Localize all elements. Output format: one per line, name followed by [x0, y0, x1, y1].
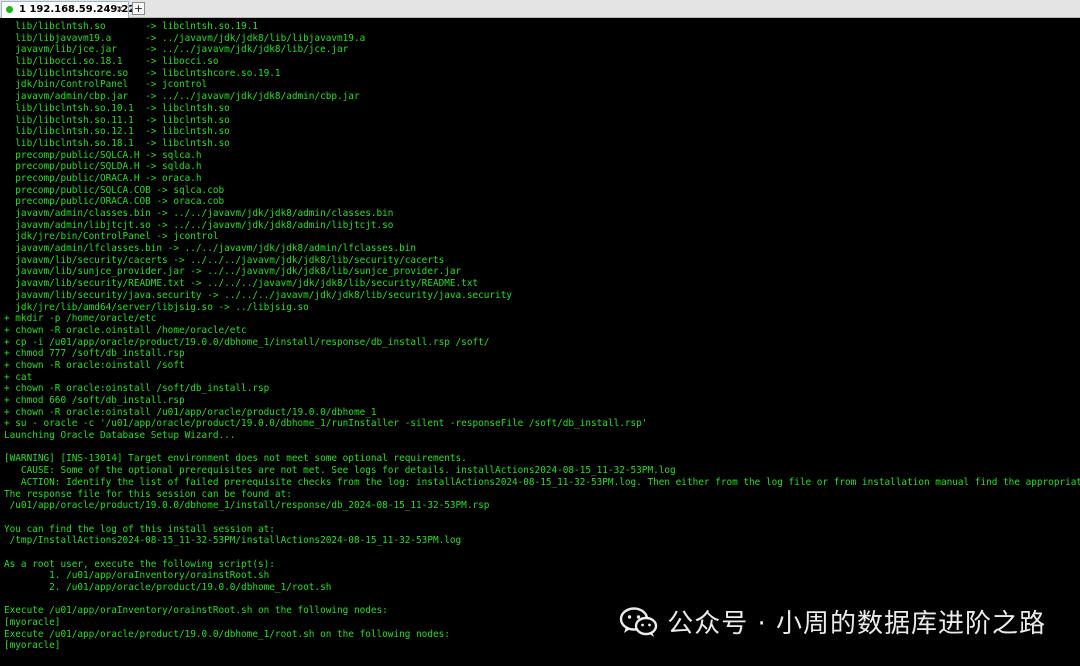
terminal-line: + cat: [4, 371, 33, 383]
terminal-line: javavm/lib/security/README.txt -> ../../…: [4, 278, 479, 290]
tab-session[interactable]: 1 192.168.59.249:22 ×: [1, 1, 135, 18]
terminal-line: + chmod 660 /soft/db_install.rsp: [4, 395, 185, 406]
terminal-line: lib/libclntsh.so.11.1 -> libclntsh.so: [4, 114, 230, 126]
terminal-line: + chown -R oracle:oinstall /soft/db_inst…: [4, 383, 270, 395]
terminal-line: ACTION: Identify the list of failed prer…: [4, 476, 1080, 488]
terminal-line: jdk/jre/bin/ControlPanel -> jcontrol: [4, 231, 219, 243]
terminal-line: Launching Oracle Database Setup Wizard..…: [4, 430, 236, 442]
terminal-line: lib/libocci.so.18.1 -> libocci.so: [4, 56, 219, 68]
close-icon[interactable]: ×: [116, 2, 124, 17]
terminal-line: CAUSE: Some of the optional prerequisite…: [4, 465, 676, 477]
terminal-output[interactable]: lib/libclntsh.so -> libclntsh.so.19.1 li…: [0, 18, 1080, 666]
terminal-line: You can find the log of this install ses…: [4, 523, 275, 535]
new-tab-button[interactable]: +: [132, 2, 145, 15]
terminal-line: /u01/app/oracle/product/19.0.0/dbhome_1/…: [4, 500, 490, 512]
terminal-line: As a root user, execute the following sc…: [4, 558, 275, 570]
terminal-line: + chmod 777 /soft/db_install.rsp: [4, 348, 185, 360]
terminal-line: jdk/jre/lib/amd64/server/libjsig.so -> .…: [4, 301, 309, 313]
terminal-line: lib/libclntshcore.so -> libclntshcore.so…: [4, 67, 281, 79]
terminal-line: jdk/bin/ControlPanel -> jcontrol: [4, 79, 208, 91]
terminal-line: + su - oracle -c '/u01/app/oracle/produc…: [4, 418, 648, 430]
terminal-line: javavm/admin/cbp.jar -> ../../javavm/jdk…: [4, 91, 360, 103]
terminal-line: precomp/public/SQLCA.COB -> sqlca.cob: [4, 184, 225, 196]
terminal-window: 1 192.168.59.249:22 × + lib/libclntsh.so…: [0, 0, 1080, 666]
terminal-line: The response file for this session can b…: [4, 488, 292, 500]
terminal-line: 2. /u01/app/oracle/product/19.0.0/dbhome…: [4, 582, 332, 593]
wechat-icon: [620, 606, 658, 637]
terminal-line: lib/libclntsh.so.10.1 -> libclntsh.so: [4, 102, 230, 114]
terminal-line: precomp/public/ORACA.COB -> oraca.cob: [4, 196, 225, 208]
terminal-line: lib/libclntsh.so.12.1 -> libclntsh.so: [4, 126, 230, 138]
terminal-line: javavm/lib/security/cacerts -> ../../../…: [4, 254, 445, 266]
terminal-line: javavm/lib/sunjce_provider.jar -> ../../…: [4, 266, 462, 278]
terminal-line: javavm/admin/classes.bin -> ../../javavm…: [4, 208, 394, 219]
terminal-line: javavm/admin/libjtcjt.so -> ../../javavm…: [4, 219, 394, 231]
tab-bar: 1 192.168.59.249:22 × +: [0, 0, 1080, 18]
terminal-line: lib/libclntsh.so.18.1 -> libclntsh.so: [4, 137, 230, 149]
terminal-line: 1. /u01/app/oraInventory/orainstRoot.sh: [4, 570, 270, 582]
terminal-line: lib/libjavavm19.a -> ../javavm/jdk/jdk8/…: [4, 32, 366, 44]
watermark-text: 公众号 · 小周的数据库进阶之路: [667, 609, 1046, 639]
terminal-line: javavm/admin/lfclasses.bin -> ../../java…: [4, 243, 417, 255]
watermark: 公众号 · 小周的数据库进阶之路: [619, 603, 1046, 640]
terminal-line: + chown -R oracle:oinstall /u01/app/orac…: [4, 406, 377, 418]
terminal-line: lib/libclntsh.so -> libclntsh.so.19.1: [4, 21, 258, 32]
terminal-line: + mkdir -p /home/oracle/etc: [4, 313, 157, 325]
terminal-line: javavm/lib/security/java.security -> ../…: [4, 289, 512, 301]
terminal-line: /tmp/InstallActions2024-08-15_11-32-53PM…: [4, 535, 462, 547]
terminal-line: + chown -R oracle.oinstall /home/oracle/…: [4, 324, 247, 336]
terminal-line: + cp -i /u01/app/oracle/product/19.0.0/d…: [4, 336, 490, 348]
terminal-line: precomp/public/SQLDA.H -> sqlda.h: [4, 161, 202, 173]
terminal-line: [WARNING] [INS-13014] Target environment…: [4, 453, 467, 465]
terminal-line: precomp/public/ORACA.H -> oraca.h: [4, 172, 202, 184]
terminal-line: + chown -R oracle:oinstall /soft: [4, 359, 185, 371]
terminal-line: [myoracle]: [4, 640, 61, 652]
terminal-line: precomp/public/SQLCA.H -> sqlca.h: [4, 149, 202, 161]
terminal-line: javavm/lib/jce.jar -> ../../javavm/jdk/j…: [4, 44, 349, 56]
connection-status-icon: [6, 6, 13, 13]
